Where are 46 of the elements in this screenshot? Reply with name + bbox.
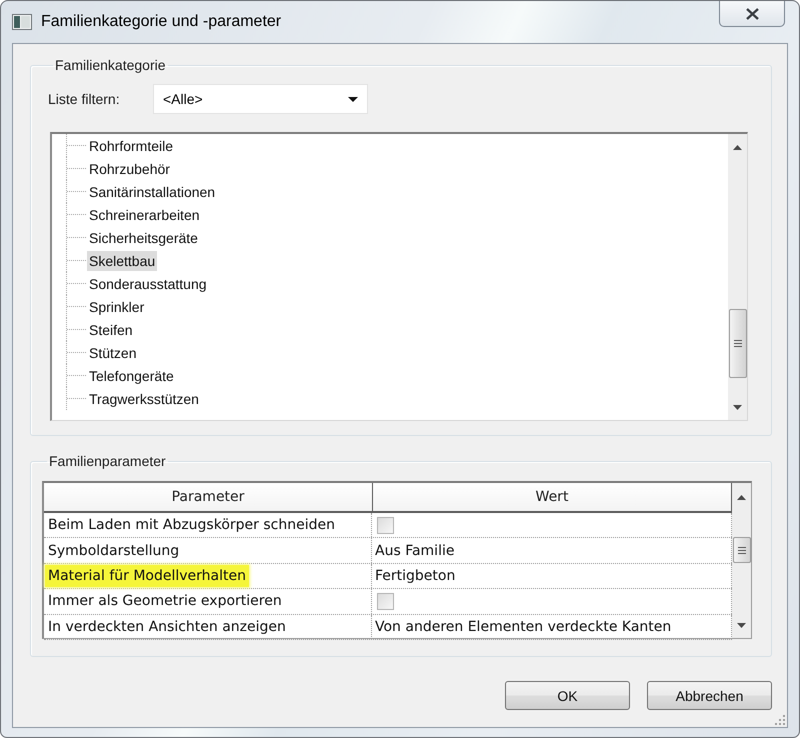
- tree-item[interactable]: Steifen: [87, 320, 135, 340]
- tree-item[interactable]: Sicherheitsgeräte: [87, 228, 200, 248]
- resize-grip-icon[interactable]: [774, 714, 785, 725]
- filter-label: Liste filtern:: [48, 91, 121, 107]
- value-text: Fertigbeton: [374, 566, 456, 586]
- tree-item[interactable]: Telefongeräte: [87, 366, 176, 386]
- scroll-up-icon[interactable]: [733, 145, 742, 150]
- close-button[interactable]: [719, 1, 785, 27]
- tree-item[interactable]: Sprinkler: [87, 296, 146, 316]
- column-header[interactable]: Wert: [373, 483, 732, 511]
- tree-item[interactable]: Rohrformteile: [87, 136, 176, 156]
- scrollbar-thumb[interactable]: [732, 537, 750, 563]
- grip-icon: [734, 340, 742, 347]
- window-icon: [12, 14, 32, 30]
- group-title: Familienkategorie: [54, 57, 166, 74]
- scrollbar[interactable]: [732, 483, 751, 638]
- scrollbar[interactable]: [728, 134, 747, 420]
- parameter-name: Beim Laden mit Abzugskörper schneiden: [47, 516, 336, 536]
- parameter-name: In verdeckten Ansichten anzeigen: [47, 618, 287, 637]
- caret-icon: [348, 96, 358, 102]
- close-icon: [744, 8, 760, 20]
- scroll-down-icon[interactable]: [737, 623, 746, 628]
- parameter-name: Material für Modellverhalten: [45, 564, 249, 587]
- filter-dropdown[interactable]: <Alle>: [153, 84, 368, 114]
- scroll-up-icon[interactable]: [737, 494, 746, 500]
- window-title: Familienkategorie und -parameter: [41, 13, 282, 31]
- dialog-button[interactable]: OK: [505, 681, 630, 710]
- scrollbar-thumb[interactable]: [728, 309, 746, 378]
- group-title: Familienparameter: [48, 453, 167, 470]
- checkbox[interactable]: [377, 592, 394, 610]
- checkbox[interactable]: [377, 516, 394, 534]
- tree-item[interactable]: Stützen: [87, 342, 138, 362]
- value-text: Aus Familie: [374, 542, 456, 561]
- tree-item[interactable]: Rohrzubehör: [87, 158, 172, 178]
- tree-item[interactable]: Skelettbau: [87, 250, 158, 270]
- tree-item[interactable]: Sonderausstattung: [87, 274, 209, 294]
- parameter-name: Symboldarstellung: [47, 542, 180, 561]
- tree-item[interactable]: Tragwerksstützen: [87, 388, 201, 408]
- grip-icon: [738, 546, 746, 554]
- tree-item[interactable]: Schreinerarbeiten: [87, 204, 202, 224]
- value-text: Von anderen Elementen verdeckte Kanten: [374, 618, 672, 637]
- tree-item[interactable]: Sanitärinstallationen: [87, 182, 218, 202]
- parameter-name: Immer als Geometrie exportieren: [47, 592, 283, 612]
- scroll-down-icon[interactable]: [733, 405, 742, 410]
- dialog-button[interactable]: Abbrechen: [647, 681, 772, 710]
- column-header[interactable]: Parameter: [44, 483, 373, 511]
